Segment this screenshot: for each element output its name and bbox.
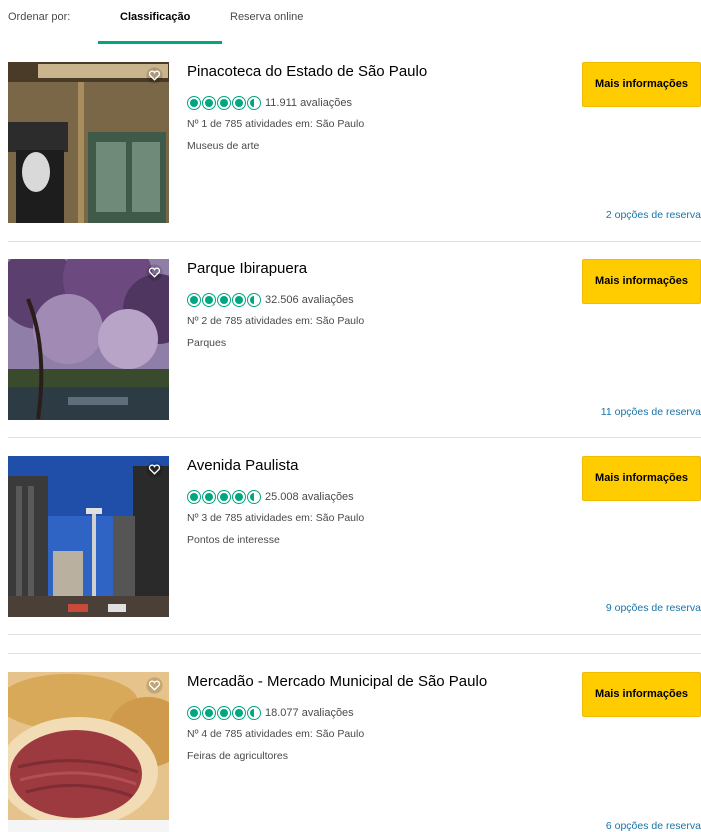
listing-photo[interactable]: [8, 259, 169, 420]
rating-bubbles-icon: [187, 706, 261, 720]
rank-text: Nº 3 de 785 atividades em: São Paulo: [187, 512, 365, 524]
heart-icon[interactable]: [146, 264, 163, 281]
booking-options-link[interactable]: 6 opções de reserva: [606, 820, 701, 832]
rating-row: 32.506 avaliações: [187, 293, 354, 307]
rating-row: 25.008 avaliações: [187, 490, 354, 504]
listing-item: Pinacoteca do Estado de São Paulo 11.911…: [0, 62, 701, 242]
booking-options-link[interactable]: 2 opções de reserva: [606, 209, 701, 221]
more-info-button[interactable]: Mais informações: [582, 62, 701, 107]
tab-reserva-online[interactable]: Reserva online: [230, 11, 303, 23]
sort-bar: Ordenar por: Classificação Reserva onlin…: [0, 0, 701, 44]
heart-icon[interactable]: [146, 67, 163, 84]
heart-icon[interactable]: [146, 461, 163, 478]
divider: [8, 653, 701, 654]
rank-text: Nº 4 de 785 atividades em: São Paulo: [187, 728, 365, 740]
booking-options-link[interactable]: 11 opções de reserva: [601, 406, 701, 418]
divider: [8, 437, 701, 438]
more-info-button[interactable]: Mais informações: [582, 259, 701, 304]
more-info-button[interactable]: Mais informações: [582, 456, 701, 501]
tab-classificacao[interactable]: Classificação: [120, 11, 190, 23]
review-count[interactable]: 25.008 avaliações: [265, 491, 354, 503]
rating-bubbles-icon: [187, 293, 261, 307]
category-text: Feiras de agricultores: [187, 750, 288, 762]
rating-row: 18.077 avaliações: [187, 706, 354, 720]
listing-title[interactable]: Parque Ibirapuera: [187, 260, 307, 277]
more-info-button[interactable]: Mais informações: [582, 672, 701, 717]
divider: [8, 241, 701, 242]
divider: [8, 634, 701, 635]
rank-text: Nº 1 de 785 atividades em: São Paulo: [187, 118, 365, 130]
rating-bubbles-icon: [187, 96, 261, 110]
listing-item: Avenida Paulista 25.008 avaliações Nº 3 …: [0, 456, 701, 654]
category-text: Parques: [187, 337, 227, 349]
listing-title[interactable]: Mercadão - Mercado Municipal de São Paul…: [187, 673, 487, 690]
listing-item: Mercadão - Mercado Municipal de São Paul…: [0, 672, 701, 832]
review-count[interactable]: 18.077 avaliações: [265, 707, 354, 719]
booking-options-link[interactable]: 9 opções de reserva: [606, 602, 701, 614]
active-tab-indicator: [98, 41, 222, 44]
listing-photo[interactable]: [8, 62, 169, 223]
review-count[interactable]: 11.911 avaliações: [265, 97, 352, 109]
listing-photo[interactable]: [8, 456, 169, 617]
rank-text: Nº 2 de 785 atividades em: São Paulo: [187, 315, 365, 327]
category-text: Museus de arte: [187, 140, 260, 152]
sort-label: Ordenar por:: [8, 11, 71, 23]
rating-bubbles-icon: [187, 490, 261, 504]
rating-row: 11.911 avaliações: [187, 96, 352, 110]
listing-item: Parque Ibirapuera 32.506 avaliações Nº 2…: [0, 259, 701, 439]
heart-icon[interactable]: [146, 677, 163, 694]
listing-photo[interactable]: [8, 672, 169, 832]
listing-title[interactable]: Avenida Paulista: [187, 457, 298, 474]
review-count[interactable]: 32.506 avaliações: [265, 294, 354, 306]
listing-title[interactable]: Pinacoteca do Estado de São Paulo: [187, 63, 427, 80]
category-text: Pontos de interesse: [187, 534, 280, 546]
